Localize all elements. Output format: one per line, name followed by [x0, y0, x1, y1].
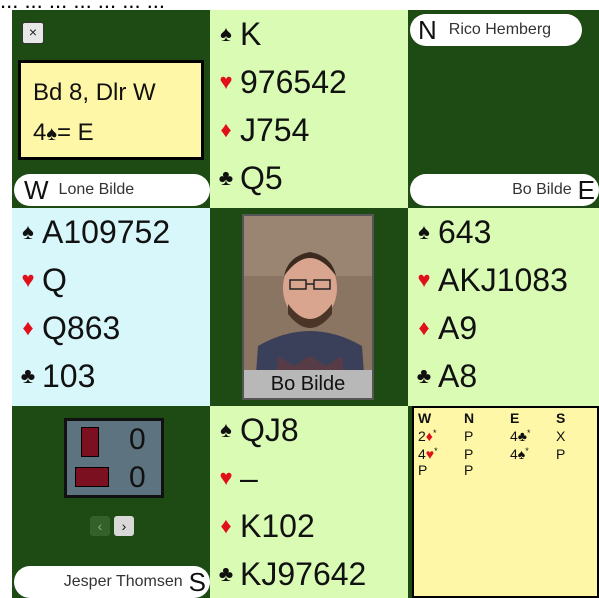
bridge-table: × Bd 8, Dlr W 4♠= E W Lone Bilde ♠ K ♥ 976… [12, 10, 599, 598]
heart-icon: ♥ [219, 465, 233, 490]
south-hand: ♠ QJ8 ♥ – ♦ K102 ♣ KJ97642 [210, 406, 408, 598]
south-seat: S [188, 566, 206, 597]
bid-header-s: S [556, 410, 566, 426]
north-player-name: Rico Hemberg [448, 21, 552, 38]
prev-button[interactable]: ‹ [90, 516, 110, 536]
club-icon: ♣ [218, 165, 234, 190]
west-seat: W [24, 174, 49, 205]
diamond-icon: ♦ [22, 315, 34, 340]
west-hand: ♠ A109752 ♥ Q ♦ Q863 ♣ 103 [12, 208, 210, 406]
north-hand: ♠ K ♥ 976542 ♦ J754 ♣ Q5 [210, 10, 408, 208]
club-icon: ♣ [20, 363, 36, 388]
ns-trick-card [81, 427, 99, 457]
west-player-name: Lone Bilde [58, 181, 135, 198]
diamond-icon: ♦ [220, 117, 232, 142]
diamond-icon: ♦ [418, 315, 430, 340]
bid-cell: P [464, 462, 474, 478]
east-hand: ♠ 643 ♥ AKJ1083 ♦ A9 ♣ A8 [408, 208, 599, 406]
board-info-cell: × Bd 8, Dlr W 4♠= E W Lone Bilde [12, 10, 210, 208]
next-button[interactable]: › [114, 516, 134, 536]
bid-cell: P [418, 462, 428, 478]
north-player-label: N Rico Hemberg [410, 14, 582, 46]
east-spades: ♠ 643 [414, 208, 599, 256]
heart-icon: ♥ [219, 69, 233, 94]
north-seat: N [418, 14, 437, 45]
bid-cell: P [464, 446, 474, 462]
board-deal-info: Bd 8, Dlr W [33, 79, 156, 106]
north-hearts: ♥ 976542 [216, 58, 408, 106]
ew-trick-card [75, 467, 109, 487]
bid-cell: 4♠* [510, 446, 529, 462]
east-clubs: ♣ A8 [414, 352, 599, 400]
spade-icon: ♠ [418, 219, 430, 244]
south-clubs: ♣ KJ97642 [216, 550, 408, 598]
south-player-name: Jesper Thomsen [63, 573, 183, 590]
south-hearts: ♥ – [216, 454, 408, 502]
spade-icon: ♠ [220, 417, 232, 442]
heart-icon: ♥ [417, 267, 431, 292]
board-info-box: Bd 8, Dlr W 4♠= E [18, 60, 204, 160]
bid-cell: 2♦* [418, 428, 437, 444]
east-hearts: ♥ AKJ1083 [414, 256, 599, 304]
bid-cell: 4♣* [510, 428, 531, 444]
bid-cell: X [556, 428, 566, 444]
spade-icon: ♠ [46, 123, 57, 145]
spade-icon: ♠ [220, 21, 232, 46]
bid-header-n: N [464, 410, 475, 426]
top-caption: ... ... ... ... ... ... ... [0, 0, 166, 13]
south-player-label: Jesper Thomsen S [14, 566, 210, 598]
east-player-name: Bo Bilde [512, 181, 572, 198]
bid-header-w: W [418, 410, 432, 426]
video-feed: Bo Bilde [242, 214, 374, 400]
spade-icon: ♠ [22, 219, 34, 244]
board-contract: 4♠= E [33, 119, 94, 146]
west-player-label: W Lone Bilde [14, 174, 210, 206]
west-diamonds: ♦ Q863 [18, 304, 210, 352]
club-icon: ♣ [218, 561, 234, 586]
diamond-icon: ♦ [220, 513, 232, 538]
east-player-label: Bo Bilde E [410, 174, 599, 206]
bid-header-e: E [510, 410, 520, 426]
west-hearts: ♥ Q [18, 256, 210, 304]
ns-trick-count: 0 [129, 423, 146, 456]
west-clubs: ♣ 103 [18, 352, 210, 400]
east-diamonds: ♦ A9 [414, 304, 599, 352]
north-clubs: ♣ Q5 [216, 154, 408, 202]
north-spades: ♠ K [216, 10, 408, 58]
north-diamonds: ♦ J754 [216, 106, 408, 154]
north-east-cell: N Rico Hemberg Bo Bilde E [408, 10, 599, 208]
video-label: Bo Bilde [244, 370, 372, 398]
club-icon: ♣ [416, 363, 432, 388]
trick-counter: 0 0 [64, 418, 164, 498]
bid-cell: P [556, 446, 566, 462]
east-seat: E [577, 174, 595, 205]
south-spades: ♠ QJ8 [216, 406, 408, 454]
west-spades: ♠ A109752 [18, 208, 210, 256]
ew-trick-count: 0 [129, 461, 146, 494]
bid-cell: 4♥* [418, 446, 438, 462]
close-icon[interactable]: × [22, 22, 44, 44]
bidding-box: W N E S 2♦* P 4♣* X 4♥* P 4♠* P P P [412, 406, 599, 598]
heart-icon: ♥ [21, 267, 35, 292]
bid-cell: P [464, 428, 474, 444]
south-diamonds: ♦ K102 [216, 502, 408, 550]
